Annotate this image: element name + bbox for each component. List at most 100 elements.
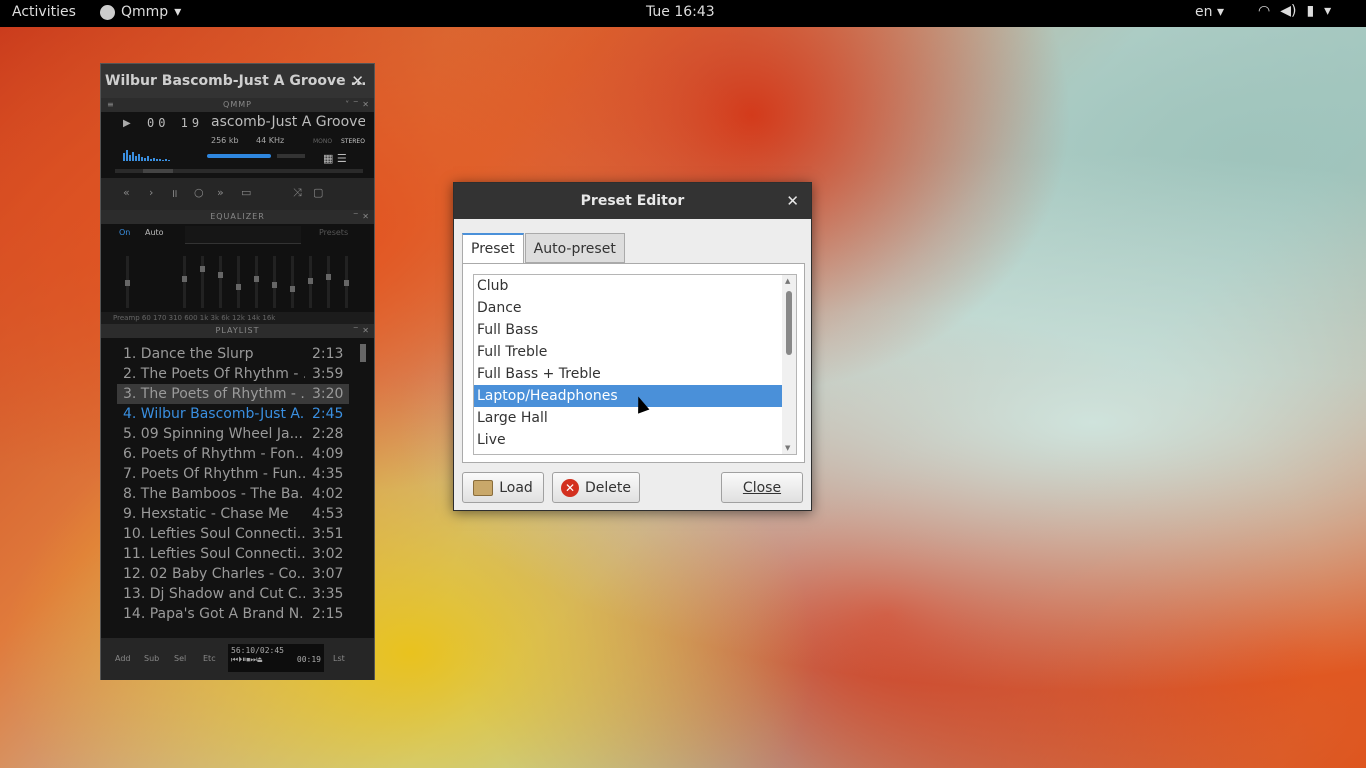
play-status-icon: ▶ <box>123 118 131 129</box>
equalizer-panel: On Auto Presets Preamp 60 170 310 600 1k… <box>101 224 374 324</box>
next-icon[interactable]: » <box>217 186 224 199</box>
stereo-indicator: STEREO <box>341 138 365 145</box>
folder-icon <box>473 479 494 496</box>
shuffle-icon[interactable]: ⤨ <box>293 186 302 200</box>
close-button[interactable]: Close <box>721 472 803 503</box>
eq-slider[interactable] <box>344 256 349 308</box>
tab-auto-preset[interactable]: Auto-preset <box>524 233 625 263</box>
preset-item[interactable]: Club <box>474 275 782 297</box>
mini-controls[interactable]: ⏮⏵⏸⏹⏭⏏ 00:19 <box>231 655 321 665</box>
eq-slider[interactable] <box>182 256 187 308</box>
qmmp-app-icon <box>100 4 115 20</box>
player-display: ▶ 00 19 ascomb-Just A Groove In 256 kb 4… <box>101 112 374 178</box>
eject-icon[interactable]: ▭ <box>241 186 251 199</box>
track-marquee: ascomb-Just A Groove In <box>211 114 365 130</box>
playlist-item[interactable]: 8. The Bamboos - The Ba... 4:02 <box>101 484 374 504</box>
menu-icon[interactable]: ≡ <box>107 98 115 112</box>
playlist-item[interactable]: 1. Dance the Slurp 2:13 <box>101 344 374 364</box>
repeat-icon[interactable]: ▢ <box>313 186 323 199</box>
sub-button[interactable]: Sub <box>144 654 159 663</box>
play-icon[interactable]: › <box>149 186 153 199</box>
eq-on-toggle[interactable]: On <box>119 228 130 237</box>
pause-icon[interactable]: ॥ <box>171 186 178 201</box>
language-menu[interactable]: en ▾ <box>1195 4 1224 20</box>
eq-slider[interactable] <box>326 256 331 308</box>
bitrate: 256 kb <box>211 136 239 145</box>
load-button-label: Load <box>499 479 533 496</box>
balance-slider[interactable] <box>277 154 305 158</box>
close-icon[interactable]: ✕ <box>786 183 799 219</box>
eq-presets-button[interactable]: Presets <box>319 228 348 237</box>
preset-item[interactable]: Full Treble <box>474 341 782 363</box>
preset-item-selected[interactable]: Laptop/Headphones <box>474 385 782 407</box>
playlist-item-current[interactable]: 4. Wilbur Bascomb-Just A... 2:45 <box>101 404 374 424</box>
playlist-item[interactable]: 12. 02 Baby Charles - Co... 3:07 <box>101 564 374 584</box>
clock[interactable]: Tue 16:43 <box>646 4 715 20</box>
qmmp-titlebar[interactable]: Wilbur Bascomb-Just A Groove ... ✕ <box>101 64 374 98</box>
preset-item[interactable]: Full Bass + Treble <box>474 363 782 385</box>
preset-list[interactable]: Club Dance Full Bass Full Treble Full Ba… <box>473 274 797 455</box>
playlist-item[interactable]: 10. Lefties Soul Connecti... 3:51 <box>101 524 374 544</box>
eq-slider[interactable] <box>254 256 259 308</box>
preset-editor-dialog: Preset Editor ✕ Preset Auto-preset Club … <box>453 182 812 511</box>
activities-button[interactable]: Activities <box>12 4 76 20</box>
eq-curve <box>185 226 301 244</box>
close-icon[interactable]: ✕ <box>351 72 364 90</box>
load-button[interactable]: Load <box>462 472 544 503</box>
delete-button[interactable]: ✕ Delete <box>552 472 640 503</box>
volume-slider[interactable] <box>207 154 271 158</box>
delete-icon: ✕ <box>561 478 579 497</box>
volume-icon: ◀) <box>1280 3 1297 19</box>
system-tray[interactable]: ◠ ◀) ▮ ▾ <box>1258 3 1331 19</box>
playlist-footer: Add Sub Sel Etc 56:10/02:45 ⏮⏵⏸⏹⏭⏏ 00:19 … <box>101 638 374 680</box>
playlist-item[interactable]: 7. Poets Of Rhythm - Fun... 4:35 <box>101 464 374 484</box>
qmmp-main-bar-label: QMMP <box>223 100 252 109</box>
playlist-item[interactable]: 6. Poets of Rhythm - Fon... 4:09 <box>101 444 374 464</box>
eq-slider[interactable] <box>290 256 295 308</box>
time-display[interactable]: 00 19 <box>147 116 203 130</box>
scroll-up-icon[interactable]: ▲ <box>785 277 790 285</box>
eq-slider[interactable] <box>218 256 223 308</box>
preset-item[interactable]: Live <box>474 429 782 451</box>
eq-slider[interactable] <box>272 256 277 308</box>
playlist-item[interactable]: 2. The Poets Of Rhythm - ... 3:59 <box>101 364 374 384</box>
app-menu[interactable]: Qmmp ▾ <box>100 4 181 20</box>
preset-item[interactable]: Large Hall <box>474 407 782 429</box>
playlist-label: PLAYLIST <box>215 326 260 335</box>
playlist-item[interactable]: 13. Dj Shadow and Cut C... 3:35 <box>101 584 374 604</box>
stop-icon[interactable]: ○ <box>194 186 204 199</box>
seek-bar[interactable] <box>115 169 363 173</box>
playlist-item[interactable]: 11. Lefties Soul Connecti... 3:02 <box>101 544 374 564</box>
eq-slider[interactable] <box>308 256 313 308</box>
previous-icon[interactable]: « <box>123 186 130 199</box>
dialog-title: Preset Editor <box>580 193 685 209</box>
preset-item[interactable]: Full Bass <box>474 319 782 341</box>
tab-preset[interactable]: Preset <box>462 233 524 264</box>
top-bar: Activities Qmmp ▾ Tue 16:43 en ▾ ◠ ◀) ▮ … <box>0 0 1366 27</box>
eq-slider[interactable] <box>125 256 130 308</box>
eq-slider[interactable] <box>236 256 241 308</box>
playlist-item-selected[interactable]: 3. The Poets of Rhythm - ... 3:20 <box>117 384 349 404</box>
etc-button[interactable]: Etc <box>203 654 216 663</box>
eq-slider[interactable] <box>200 256 205 308</box>
scroll-down-icon[interactable]: ▼ <box>785 444 790 452</box>
lst-button[interactable]: Lst <box>333 654 345 663</box>
dialog-titlebar[interactable]: Preset Editor ✕ <box>454 183 811 219</box>
playlist-item[interactable]: 5. 09 Spinning Wheel Ja... 2:28 <box>101 424 374 444</box>
sel-button[interactable]: Sel <box>174 654 186 663</box>
preset-list-scrollbar[interactable]: ▲ ▼ <box>782 275 796 454</box>
playlist-time-display: 56:10/02:45 ⏮⏵⏸⏹⏭⏏ 00:19 <box>228 644 324 672</box>
playlist-item[interactable]: 14. Papa's Got A Brand N... 2:15 <box>101 604 374 624</box>
window-controls[interactable]: ‾ ✕ <box>354 324 370 338</box>
preset-item[interactable]: Dance <box>474 297 782 319</box>
eq-auto-toggle[interactable]: Auto <box>145 228 164 237</box>
add-button[interactable]: Add <box>115 654 131 663</box>
playlist-item[interactable]: 9. Hexstatic - Chase Me 4:53 <box>101 504 374 524</box>
window-controls[interactable]: ‾ ✕ <box>354 210 370 224</box>
visualizer[interactable] <box>123 142 181 161</box>
window-controls[interactable]: ˅ ‾ ✕ <box>345 98 370 112</box>
tab-bar: Preset Auto-preset <box>462 233 626 264</box>
eq-frequency-labels: Preamp 60 170 310 600 1k 3k 6k 12k 14k 1… <box>101 312 374 324</box>
eq-playlist-toggle-icons[interactable]: ▦ ☰ <box>323 152 347 165</box>
scrollbar-thumb[interactable] <box>786 291 792 355</box>
